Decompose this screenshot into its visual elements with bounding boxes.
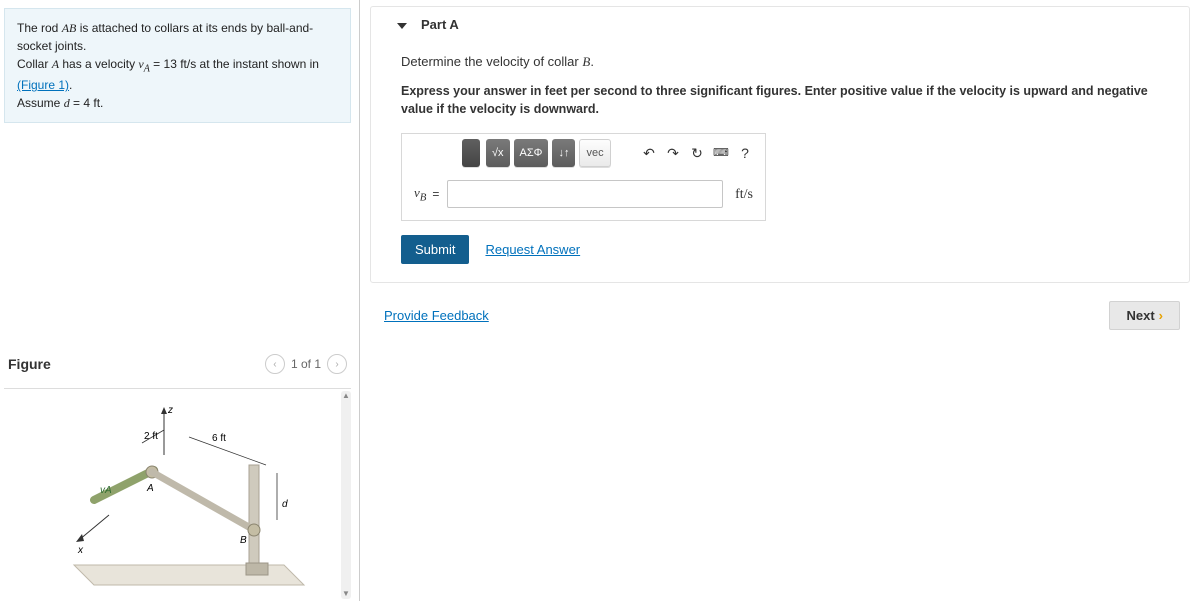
scroll-down-icon: ▼: [342, 589, 350, 599]
text: .: [69, 78, 72, 92]
figure-next-button[interactable]: ›: [327, 354, 347, 374]
dim-d-label: d: [282, 499, 288, 510]
figure-link[interactable]: (Figure 1): [17, 78, 69, 92]
text: = 13 ft/s at the instant shown in: [150, 57, 319, 71]
sort-button[interactable]: ↓↑: [552, 139, 575, 167]
text: has a velocity: [59, 57, 138, 71]
question-text: Determine the velocity of collar B.: [401, 52, 1159, 72]
part-title: Part A: [421, 17, 459, 32]
equation-toolbar: √x ΑΣΦ ↓↑ vec ↶ ↷ ↻ ⌨ ?: [402, 134, 765, 172]
instruction-text: Express your answer in feet per second t…: [401, 82, 1159, 120]
answer-input[interactable]: [447, 180, 723, 208]
answer-var-label: vB: [414, 183, 426, 206]
point-b-label: B: [240, 535, 247, 546]
figure-diagram: z x 2 ft 6 ft d vA A B: [34, 395, 314, 595]
next-button[interactable]: Next›: [1109, 301, 1180, 330]
scroll-up-icon: ▲: [342, 391, 350, 401]
equals-sign: =: [432, 185, 439, 203]
text: The rod: [17, 21, 62, 35]
figure-title: Figure: [8, 356, 51, 372]
figure-scrollbar[interactable]: ▲ ▼: [341, 391, 351, 599]
reset-button[interactable]: ↻: [687, 143, 707, 163]
redo-button[interactable]: ↷: [663, 143, 683, 163]
chevron-right-icon: ›: [1159, 308, 1163, 323]
part-a-card: Part A Determine the velocity of collar …: [370, 6, 1190, 283]
axis-x-label: x: [77, 545, 84, 556]
figure-prev-button[interactable]: ‹: [265, 354, 285, 374]
caret-down-icon: [397, 23, 407, 29]
figure-page-count: 1 of 1: [291, 357, 321, 371]
templates-button[interactable]: [462, 139, 480, 167]
provide-feedback-link[interactable]: Provide Feedback: [384, 308, 489, 323]
dim-2ft-label: 2 ft: [144, 431, 158, 442]
va-label: vA: [100, 485, 112, 496]
point-a-label: A: [146, 483, 154, 494]
greek-button[interactable]: ΑΣΦ: [514, 139, 549, 167]
help-button[interactable]: ?: [735, 143, 755, 163]
sqrt-button[interactable]: √x: [486, 139, 510, 167]
keyboard-button[interactable]: ⌨: [711, 143, 731, 163]
figure-pager: ‹ 1 of 1 ›: [265, 354, 347, 374]
axis-z-label: z: [167, 405, 173, 416]
dim-6ft-label: 6 ft: [212, 433, 226, 444]
vec-button[interactable]: vec: [579, 139, 610, 167]
text: = 4 ft.: [70, 96, 104, 110]
answer-units: ft/s: [735, 184, 753, 205]
request-answer-link[interactable]: Request Answer: [485, 240, 580, 260]
undo-button[interactable]: ↶: [639, 143, 659, 163]
var-ab: AB: [62, 21, 77, 35]
text: Assume: [17, 96, 64, 110]
part-header[interactable]: Part A: [371, 7, 1189, 42]
var-a: A: [52, 57, 59, 71]
submit-button[interactable]: Submit: [401, 235, 469, 264]
text: Collar: [17, 57, 52, 71]
figure-panel: Figure ‹ 1 of 1 ›: [4, 346, 351, 601]
problem-statement: The rod AB is attached to collars at its…: [4, 8, 351, 123]
answer-block: √x ΑΣΦ ↓↑ vec ↶ ↷ ↻ ⌨ ? vB =: [401, 133, 766, 221]
